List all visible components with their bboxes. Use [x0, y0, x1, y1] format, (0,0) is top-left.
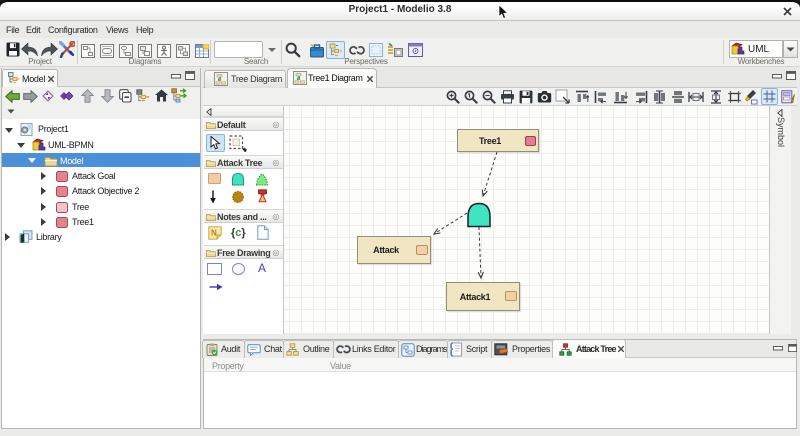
svg-text:N: N	[211, 229, 217, 238]
